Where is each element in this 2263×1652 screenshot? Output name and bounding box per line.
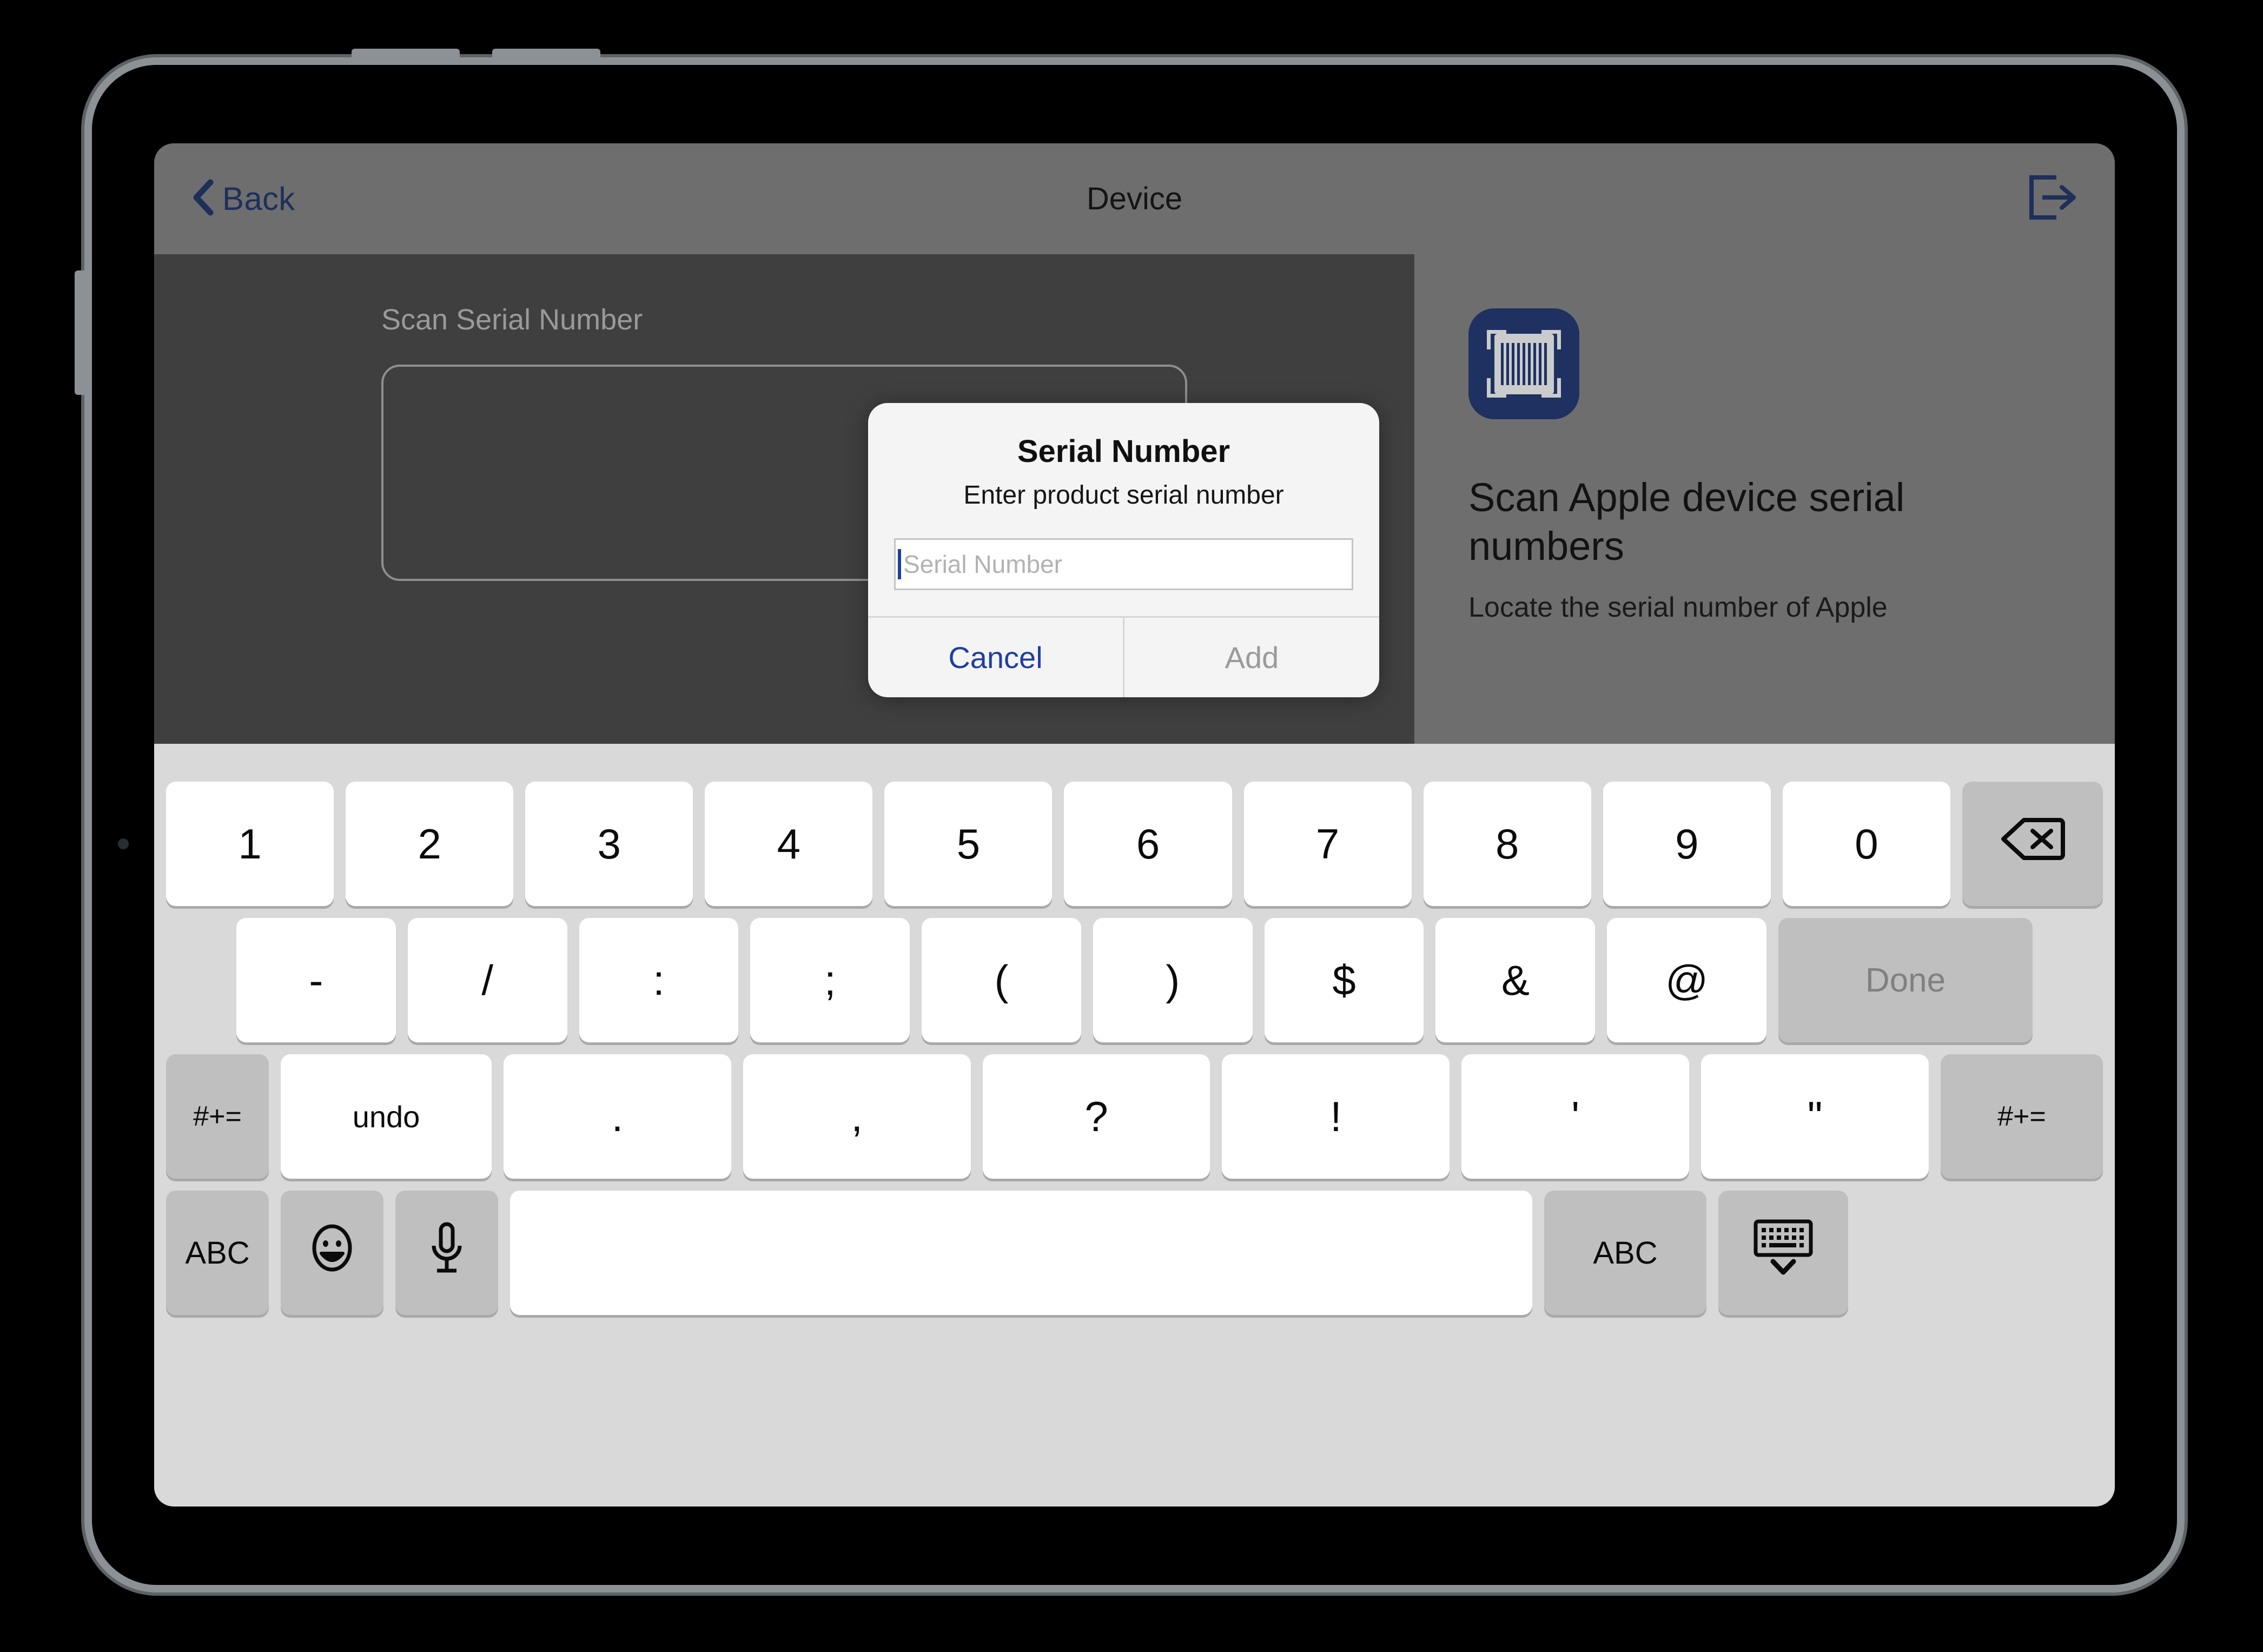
key-6[interactable]: 6 xyxy=(1064,782,1232,906)
key-7[interactable]: 7 xyxy=(1243,782,1412,906)
back-button[interactable]: Back xyxy=(191,178,295,220)
key-semicolon[interactable]: ; xyxy=(750,918,910,1042)
key-exclamation[interactable]: ! xyxy=(1222,1054,1450,1179)
key-period[interactable]: . xyxy=(504,1054,731,1179)
dialog-buttons: Cancel Add xyxy=(868,616,1379,697)
key-3[interactable]: 3 xyxy=(525,782,693,906)
keyboard-row-numbers: 1 2 3 4 5 6 7 8 9 0 xyxy=(166,782,2103,906)
key-0[interactable]: 0 xyxy=(1782,782,1950,906)
cancel-button[interactable]: Cancel xyxy=(868,618,1124,697)
key-ampersand[interactable]: & xyxy=(1435,918,1596,1042)
key-1[interactable]: 1 xyxy=(166,782,334,906)
abc-key-right[interactable]: ABC xyxy=(1544,1191,1706,1315)
dismiss-keyboard-icon xyxy=(1751,1218,1815,1288)
dialog-body: Serial Number Enter product serial numbe… xyxy=(868,403,1379,616)
device-screen: Back Device Scan Serial Number Scan Appl… xyxy=(154,143,2115,1506)
navigation-bar: Back Device xyxy=(154,143,2115,254)
barcode-lines xyxy=(1494,333,1554,394)
microphone-icon xyxy=(427,1221,466,1285)
symbols-key-right[interactable]: #+= xyxy=(1940,1054,2103,1179)
page-title: Device xyxy=(1086,181,1183,216)
keyboard-row-bottom: ABC ABC xyxy=(166,1191,2103,1315)
serial-number-dialog: Serial Number Enter product serial numbe… xyxy=(868,403,1379,697)
serial-number-placeholder: Serial Number xyxy=(903,550,1062,578)
key-question[interactable]: ? xyxy=(982,1054,1210,1179)
volume-up-button[interactable] xyxy=(352,49,460,63)
back-button-label: Back xyxy=(222,181,295,217)
key-comma[interactable]: , xyxy=(743,1054,971,1179)
key-slash[interactable]: / xyxy=(407,918,567,1042)
abc-key-left[interactable]: ABC xyxy=(166,1191,269,1315)
ipad-device-frame: Back Device Scan Serial Number Scan Appl… xyxy=(75,49,2177,1585)
keyboard-row-symbols-2: #+= undo . , ? ! ' " #+= xyxy=(166,1054,2103,1179)
symbols-key-left[interactable]: #+= xyxy=(166,1054,269,1179)
backspace-key[interactable] xyxy=(1962,782,2103,906)
key-5[interactable]: 5 xyxy=(884,782,1053,906)
keyboard-row-symbols-1: - / : ; ( ) $ & @ Done xyxy=(166,918,2103,1042)
info-body: Locate the serial number of Apple xyxy=(1468,591,1888,623)
key-2[interactable]: 2 xyxy=(346,782,514,906)
undo-key[interactable]: undo xyxy=(281,1054,492,1179)
dismiss-keyboard-key[interactable] xyxy=(1718,1191,1848,1315)
logout-icon xyxy=(2026,173,2078,224)
key-paren-open[interactable]: ( xyxy=(922,918,1081,1042)
key-4[interactable]: 4 xyxy=(705,782,873,906)
key-apostrophe[interactable]: ' xyxy=(1461,1054,1690,1179)
space-key[interactable] xyxy=(510,1191,1532,1315)
onscreen-keyboard: 1 2 3 4 5 6 7 8 9 0 - /: ; () $ & @ Do… xyxy=(154,744,2115,1506)
key-8[interactable]: 8 xyxy=(1423,782,1591,906)
barcode-scan-icon xyxy=(1468,308,1579,419)
key-colon[interactable]: : xyxy=(579,918,739,1042)
key-paren-close[interactable]: ) xyxy=(1093,918,1253,1042)
power-button[interactable] xyxy=(75,270,89,395)
dialog-title: Serial Number xyxy=(1017,434,1230,469)
done-key[interactable]: Done xyxy=(1778,918,2033,1042)
key-9[interactable]: 9 xyxy=(1603,782,1771,906)
dictation-key[interactable] xyxy=(395,1191,498,1315)
key-quote[interactable]: " xyxy=(1701,1054,1929,1179)
info-pane: Scan Apple device serial numbers Locate … xyxy=(1414,254,2115,744)
chevron-left-icon xyxy=(191,178,215,220)
volume-down-button[interactable] xyxy=(492,49,600,63)
backspace-icon xyxy=(2000,816,2065,873)
dialog-message: Enter product serial number xyxy=(963,481,1284,510)
scan-serial-label: Scan Serial Number xyxy=(381,303,643,336)
front-camera xyxy=(118,838,129,849)
emoji-key[interactable] xyxy=(281,1191,383,1315)
serial-number-input[interactable]: Serial Number xyxy=(894,538,1353,590)
key-at[interactable]: @ xyxy=(1607,918,1767,1042)
key-dollar[interactable]: $ xyxy=(1264,918,1424,1042)
info-heading: Scan Apple device serial numbers xyxy=(1468,475,1905,569)
emoji-icon xyxy=(306,1222,358,1284)
key-hyphen[interactable]: - xyxy=(236,918,396,1042)
add-button[interactable]: Add xyxy=(1124,618,1379,697)
logout-button[interactable] xyxy=(2026,173,2078,224)
